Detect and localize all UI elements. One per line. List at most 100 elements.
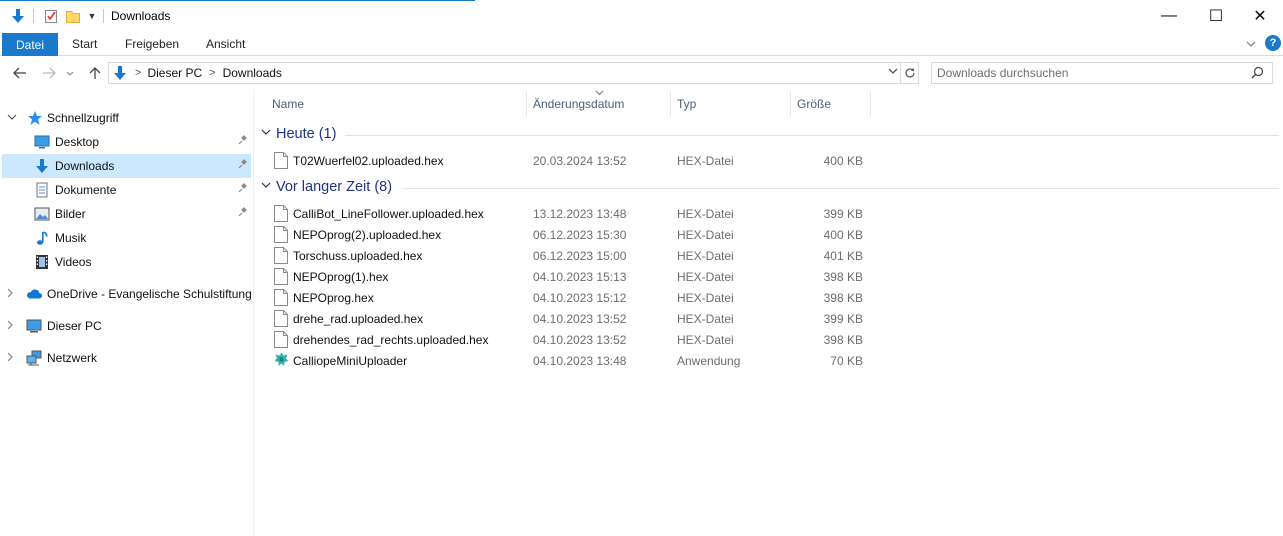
search-box[interactable] [931, 62, 1273, 84]
file-row[interactable]: CalliBot_LineFollower.uploaded.hex 13.12… [270, 203, 870, 224]
chevron-right-icon[interactable] [7, 288, 14, 301]
breadcrumb-dieser-pc[interactable]: Dieser PC [147, 66, 202, 80]
address-bar[interactable]: > Dieser PC > Downloads [108, 62, 901, 84]
maximize-button[interactable]: ☐ [1193, 0, 1239, 32]
sidebar-item-label: Bilder [55, 207, 86, 221]
sidebar-item-videos[interactable]: Videos [2, 250, 251, 274]
file-type: HEX-Datei [677, 333, 734, 347]
file-name: drehendes_rad_rechts.uploaded.hex [293, 333, 489, 347]
file-icon [274, 152, 288, 169]
file-name: T02Wuerfel02.uploaded.hex [293, 154, 444, 168]
file-row[interactable]: NEPOprog(2).uploaded.hex 06.12.2023 15:3… [270, 224, 870, 245]
breadcrumb-downloads[interactable]: Downloads [223, 66, 282, 80]
refresh-button[interactable] [901, 62, 919, 84]
file-row[interactable]: NEPOprog(1).hex 04.10.2023 15:13 HEX-Dat… [270, 266, 870, 287]
computer-icon [26, 318, 42, 334]
title-bar: ▼ Downloads — ☐ ✕ [0, 0, 1283, 32]
tab-start[interactable]: Start [72, 37, 97, 51]
file-size: 400 KB [823, 154, 863, 168]
column-separator[interactable] [790, 92, 791, 116]
chevron-down-icon[interactable] [7, 113, 17, 124]
expand-ribbon-icon[interactable] [1244, 35, 1258, 53]
file-date: 04.10.2023 15:13 [533, 270, 627, 284]
pin-icon[interactable] [238, 135, 248, 148]
file-row[interactable]: CalliopeMiniUploader 04.10.2023 13:48 An… [270, 350, 870, 371]
chevron-right-icon[interactable] [7, 320, 14, 333]
chevron-down-icon[interactable] [261, 180, 271, 192]
file-name: NEPOprog.hex [293, 291, 374, 305]
search-icon[interactable] [1251, 66, 1264, 82]
forward-button[interactable] [40, 64, 58, 82]
sidebar-item-label: OneDrive - Evangelische Schulstiftung [47, 287, 252, 301]
sidebar-item-bilder[interactable]: Bilder [2, 202, 251, 226]
sidebar-item-downloads[interactable]: Downloads [2, 154, 251, 178]
app-icon [274, 352, 289, 369]
file-icon [274, 289, 288, 306]
file-row[interactable]: NEPOprog.hex 04.10.2023 15:12 HEX-Datei … [270, 287, 870, 308]
new-folder-icon[interactable] [64, 6, 82, 26]
file-row[interactable]: drehe_rad.uploaded.hex 04.10.2023 13:52 … [270, 308, 870, 329]
group-divider [403, 188, 1279, 189]
file-row[interactable]: T02Wuerfel02.uploaded.hex 20.03.2024 13:… [270, 150, 870, 171]
file-type: HEX-Datei [677, 207, 734, 221]
file-icon [274, 268, 288, 285]
tab-freigeben[interactable]: Freigeben [125, 37, 179, 51]
sidebar-item-label: Netzwerk [47, 351, 98, 365]
column-header-type[interactable]: Typ [677, 90, 790, 117]
sidebar-item-label: Dieser PC [47, 319, 102, 333]
column-name-label: Name [272, 96, 305, 111]
group-header-heute[interactable]: Heute (1) [255, 124, 1279, 146]
column-separator[interactable] [870, 92, 871, 116]
sidebar-item-dokumente[interactable]: Dokumente [2, 178, 251, 202]
desktop-icon [34, 134, 50, 150]
file-size: 398 KB [823, 270, 863, 284]
close-button[interactable]: ✕ [1237, 0, 1283, 32]
column-header-name[interactable]: Name [272, 90, 526, 117]
customize-toolbar-icon[interactable]: ▼ [86, 6, 98, 26]
file-size: 398 KB [823, 333, 863, 347]
address-row: > Dieser PC > Downloads [0, 56, 1283, 90]
tab-ansicht[interactable]: Ansicht [206, 37, 245, 51]
download-arrow-icon[interactable] [8, 6, 28, 26]
document-icon [34, 182, 50, 198]
sidebar-item-dieser-pc[interactable]: Dieser PC [2, 314, 251, 338]
tab-datei[interactable]: Datei [2, 33, 58, 56]
file-name: NEPOprog(1).hex [293, 270, 389, 284]
minimize-button[interactable]: — [1146, 0, 1192, 32]
chevron-down-icon[interactable] [261, 127, 271, 139]
pin-icon[interactable] [238, 183, 248, 196]
sidebar-item-schnellzugriff[interactable]: Schnellzugriff [2, 106, 251, 130]
sidebar-item-onedrive[interactable]: OneDrive - Evangelische Schulstiftung [2, 282, 252, 306]
search-input[interactable] [932, 63, 1232, 83]
column-separator[interactable] [670, 92, 671, 116]
column-header-size[interactable]: Größe [797, 90, 870, 117]
pin-icon[interactable] [238, 207, 248, 220]
sidebar-item-desktop[interactable]: Desktop [2, 130, 251, 154]
column-separator[interactable] [526, 92, 527, 116]
pin-icon[interactable] [238, 159, 248, 172]
back-button[interactable] [11, 64, 29, 82]
chevron-right-icon[interactable] [7, 352, 14, 365]
sidebar-item-label: Videos [55, 255, 92, 269]
pictures-icon [34, 206, 50, 222]
sidebar-item-label: Schnellzugriff [47, 111, 119, 125]
file-row[interactable]: drehendes_rad_rechts.uploaded.hex 04.10.… [270, 329, 870, 350]
file-row[interactable]: Torschuss.uploaded.hex 06.12.2023 15:00 … [270, 245, 870, 266]
sidebar-item-netzwerk[interactable]: Netzwerk [2, 346, 251, 370]
sidebar-item-musik[interactable]: Musik [2, 226, 251, 250]
file-icon [274, 226, 288, 243]
film-icon [34, 254, 50, 270]
address-dropdown-icon[interactable] [888, 68, 898, 75]
title-accent-line [0, 0, 475, 1]
file-icon [274, 310, 288, 327]
column-type-label: Typ [677, 96, 697, 111]
help-button[interactable]: ? [1265, 35, 1281, 51]
file-size: 401 KB [823, 249, 863, 263]
file-name: Torschuss.uploaded.hex [293, 249, 423, 263]
properties-icon[interactable] [41, 6, 61, 26]
file-icon [274, 331, 288, 348]
file-date: 13.12.2023 13:48 [533, 207, 627, 221]
recent-locations-icon[interactable] [64, 64, 76, 82]
up-button[interactable] [86, 64, 104, 82]
group-header-vor-langer-zeit[interactable]: Vor langer Zeit (8) [255, 177, 1279, 199]
